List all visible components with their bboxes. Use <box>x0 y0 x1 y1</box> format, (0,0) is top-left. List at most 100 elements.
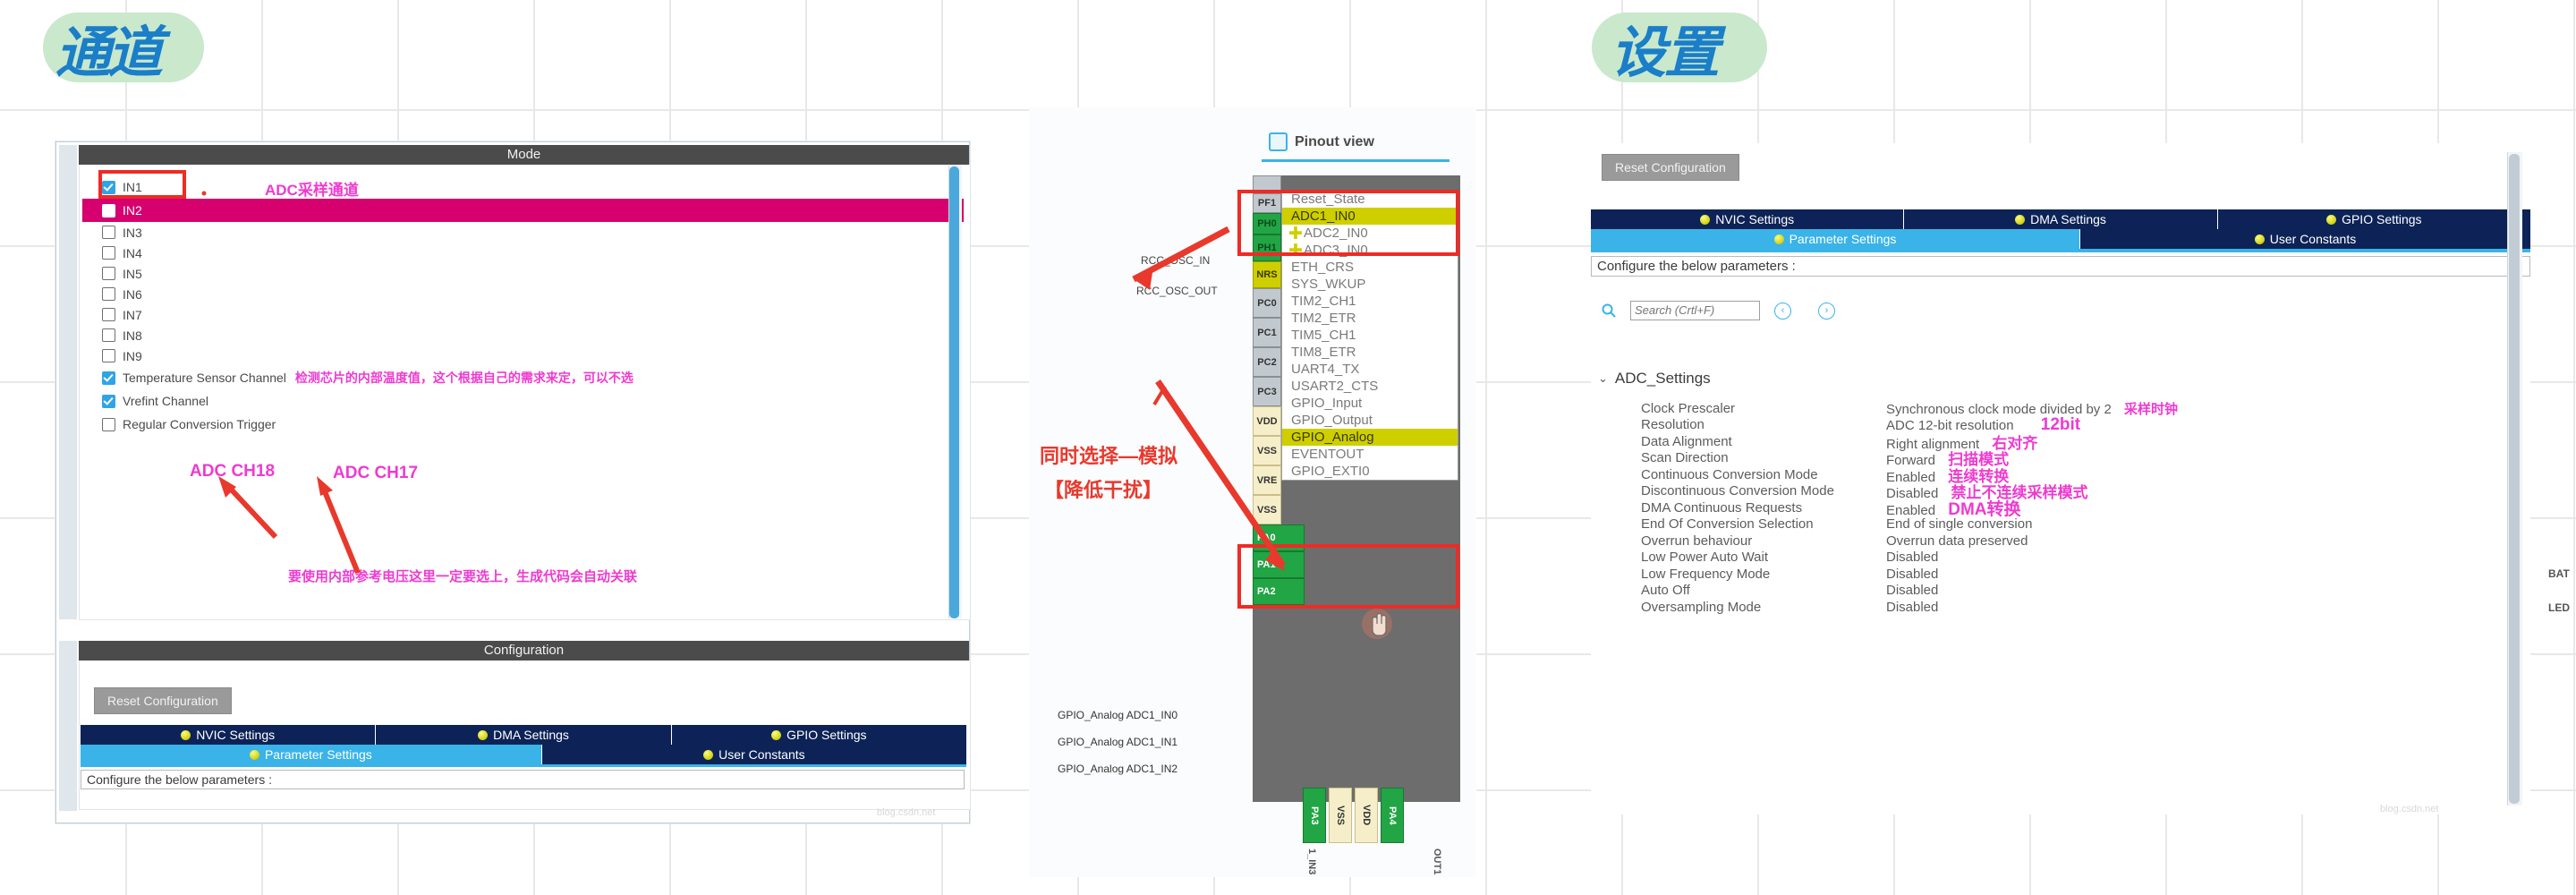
tab-user-constants[interactable]: User Constants <box>541 745 966 764</box>
channel-label: IN2 <box>123 203 142 217</box>
channel-row[interactable]: IN6 <box>82 284 964 304</box>
checkbox-in8[interactable] <box>102 328 115 342</box>
tab-parameter-settings[interactable]: Parameter Settings <box>81 745 542 764</box>
adc-settings-group-row[interactable]: ⌄ ADC_Settings <box>1591 369 2529 388</box>
tab-label: User Constants <box>718 747 805 762</box>
tab-gpio-settings-right[interactable]: GPIO Settings <box>2217 209 2530 229</box>
checkbox-temperature-sensor[interactable] <box>102 371 115 385</box>
pin-tag-vss3[interactable]: VSS <box>1329 788 1352 843</box>
tab-label: User Constants <box>2269 232 2357 246</box>
checkbox-in7[interactable] <box>102 308 115 321</box>
pin-tag-pa3[interactable]: PA3 <box>1303 788 1326 843</box>
checkbox-in3[interactable] <box>102 226 115 239</box>
parameter-list: Clock Prescaler Synchronous clock mode d… <box>1591 400 2521 616</box>
channel-row[interactable]: Temperature Sensor Channel 检测芯片的内部温度值，这个… <box>82 366 964 389</box>
pin-row-label-1: GPIO_Analog ADC1_IN1 <box>1058 736 1178 748</box>
pin-tag-pa4[interactable]: PA4 <box>1381 788 1404 843</box>
menu-item-tim2-etr[interactable]: TIM2_ETR <box>1282 310 1458 327</box>
search-row: ‹ › <box>1602 301 1835 320</box>
checkbox-in9[interactable] <box>102 349 115 362</box>
checkbox-in4[interactable] <box>102 246 115 260</box>
reset-configuration-button-right[interactable]: Reset Configuration <box>1602 154 1739 181</box>
tab-label: GPIO Settings <box>786 728 867 742</box>
tab-dma-settings-right[interactable]: DMA Settings <box>1904 209 2218 229</box>
prev-button[interactable]: ‹ <box>1774 302 1791 320</box>
tab-label: Parameter Settings <box>264 747 372 762</box>
channel-row[interactable]: Regular Conversion Trigger <box>82 413 964 436</box>
menu-item-eth-crs[interactable]: ETH_CRS <box>1282 259 1458 276</box>
parameter-row[interactable]: Clock Prescaler Synchronous clock mode d… <box>1591 400 2521 417</box>
pin-tag-pc2[interactable]: PC2 <box>1253 347 1281 377</box>
bulb-icon <box>181 729 191 740</box>
bulb-icon <box>703 749 714 760</box>
next-button[interactable]: › <box>1818 302 1835 320</box>
parameter-row[interactable]: Low Power Auto Wait Disabled <box>1591 550 2521 567</box>
channel-row[interactable]: IN5 <box>82 263 964 284</box>
pin-tag-nrst[interactable]: NRS <box>1253 261 1281 288</box>
parameter-row[interactable]: End Of Conversion Selection End of singl… <box>1591 516 2521 533</box>
parameter-scrollbar-thumb[interactable] <box>2509 154 2520 804</box>
checkbox-in5[interactable] <box>102 267 115 280</box>
adc-channel-list: IN1 IN2 IN3 IN4 IN5 IN6 IN7 IN8 IN9 Temp… <box>82 175 964 436</box>
next-icon: › <box>1824 305 1829 316</box>
tab-underline-left <box>81 764 966 767</box>
watermark-left: blog.csdn.net <box>877 807 936 818</box>
menu-item-sys-wkup[interactable]: SYS_WKUP <box>1282 276 1458 293</box>
parameter-row[interactable]: DMA Continuous Requests Enabled DMA转换 <box>1591 499 2521 519</box>
arrow-ch18 <box>218 476 278 540</box>
group-label: ADC_Settings <box>1614 370 1711 387</box>
bulb-icon <box>771 729 782 740</box>
parameter-row[interactable]: Overrun behaviour Overrun data preserved <box>1591 533 2521 550</box>
channel-label: IN7 <box>123 307 142 322</box>
channel-row[interactable]: IN4 <box>82 243 964 263</box>
parameter-row[interactable]: Low Frequency Mode Disabled <box>1591 566 2521 583</box>
channel-row[interactable]: IN7 <box>82 304 964 325</box>
menu-item-tim2-ch1[interactable]: TIM2_CH1 <box>1282 293 1458 310</box>
mode-scrollbar-thumb[interactable] <box>949 166 959 618</box>
pin-tag-vdd2[interactable]: VDD <box>1355 788 1378 843</box>
menu-item-tim5-ch1[interactable]: TIM5_CH1 <box>1282 327 1458 344</box>
configure-note-right: Configure the below parameters : <box>1591 256 2530 277</box>
tab-dma-settings[interactable]: DMA Settings <box>376 725 672 745</box>
tab-gpio-settings[interactable]: GPIO Settings <box>671 725 966 745</box>
channel-label: IN8 <box>123 328 142 343</box>
reset-configuration-button-left[interactable]: Reset Configuration <box>94 687 232 714</box>
tabbar-row1-right: NVIC Settings DMA Settings GPIO Settings <box>1591 209 2530 229</box>
channel-row[interactable]: Vrefint Channel <box>82 389 964 413</box>
checkbox-in2[interactable] <box>102 203 115 217</box>
parameter-row[interactable]: Auto Off Disabled <box>1591 583 2521 600</box>
bulb-icon <box>1700 214 1711 225</box>
checkbox-regular-conversion-trigger[interactable] <box>102 417 115 431</box>
panel-left-strip-2 <box>59 641 77 811</box>
tab-nvic-settings-right[interactable]: NVIC Settings <box>1591 209 1905 229</box>
menu-item-tim8-etr[interactable]: TIM8_ETR <box>1282 344 1458 361</box>
pin-tag-pc1[interactable]: PC1 <box>1253 318 1281 347</box>
parameter-name: Oversampling Mode <box>1641 599 1762 615</box>
tab-user-constants-right[interactable]: User Constants <box>2080 229 2530 249</box>
bottom-label-2: OUT1 <box>1432 848 1442 875</box>
chevron-down-icon[interactable]: ⌄ <box>1598 371 1608 386</box>
channel-row[interactable]: IN3 <box>82 222 964 243</box>
tab-parameter-settings-right[interactable]: Parameter Settings <box>1591 229 2080 249</box>
arrow-ch17 <box>317 476 361 575</box>
checkbox-in6[interactable] <box>102 287 115 301</box>
parameter-row[interactable]: Oversampling Mode Disabled <box>1591 599 2521 616</box>
pin-tag-pc0[interactable]: PC0 <box>1253 288 1281 318</box>
parameter-value: End of single conversion <box>1886 516 2521 532</box>
parameter-name: Discontinuous Conversion Mode <box>1641 483 1834 499</box>
tabbar-row2-left: Parameter Settings User Constants <box>81 745 966 764</box>
parameter-name: Low Power Auto Wait <box>1641 550 1769 566</box>
tab-label: NVIC Settings <box>196 728 276 742</box>
channel-row[interactable]: IN8 <box>82 325 964 345</box>
tab-nvic-settings[interactable]: NVIC Settings <box>81 725 377 745</box>
tab-label: DMA Settings <box>493 728 569 742</box>
bottom-label-1: 1_IN3 <box>1306 848 1317 875</box>
checkbox-vrefint[interactable] <box>102 394 115 408</box>
search-input[interactable] <box>1630 301 1760 320</box>
channel-row[interactable]: IN9 <box>82 345 964 366</box>
parameter-name: Data Alignment <box>1641 433 1732 449</box>
menu-item-uart4-tx[interactable]: UART4_TX <box>1282 361 1458 378</box>
far-right-label-led: LED <box>2548 601 2570 614</box>
tab-label: NVIC Settings <box>1715 212 1795 226</box>
right-note-text: 设置 <box>1611 20 1720 85</box>
